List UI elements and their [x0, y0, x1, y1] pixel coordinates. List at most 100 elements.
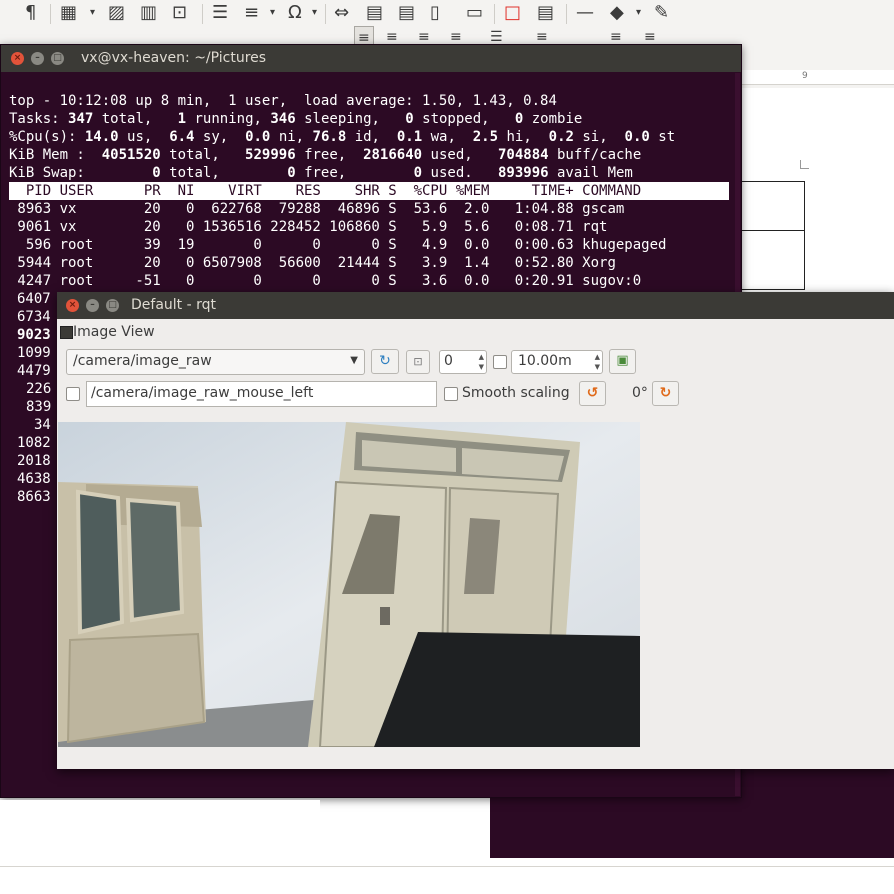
frame-spinbox[interactable]: 0 ▲ ▼ [439, 350, 487, 374]
zoom-one-button[interactable]: ⊡ [406, 350, 430, 374]
swap-avail: 893996 [497, 165, 549, 181]
swap-total: 0 [152, 165, 161, 181]
pid-cell: 4479 [17, 363, 51, 379]
swap-used-label: used. [430, 165, 473, 181]
plugin-icon [60, 326, 73, 339]
cpu-label: %Cpu(s): [9, 129, 77, 145]
chevron-down-icon[interactable]: ▾ [90, 2, 95, 24]
tasks-running-label: running, [194, 111, 262, 127]
rqt-title: Default - rqt [131, 297, 216, 313]
image-icon[interactable]: ▨ [108, 2, 125, 24]
duration-checkbox[interactable] [493, 355, 507, 369]
cpu-ni: 0.0 [245, 129, 271, 145]
chevron-down-icon: ▼ [350, 355, 358, 366]
pid-cell: 6407 [17, 291, 51, 307]
tasks-sleeping-label: sleeping, [304, 111, 380, 127]
page-break-icon[interactable]: ☰ [212, 2, 228, 24]
plugin-title: Image View [73, 324, 155, 340]
cpu-ni-label: ni, [278, 129, 305, 145]
tasks-total: 347 [68, 111, 94, 127]
pid-cell: 839 [26, 399, 52, 415]
textbox-icon[interactable]: ⊡ [172, 2, 187, 24]
table-row: 5944 root 20 0 6507908 56600 21444 S 3.9… [9, 255, 616, 271]
camera-image-view[interactable] [58, 422, 640, 747]
shapes-icon[interactable]: ◆ [610, 2, 624, 24]
footnote-icon[interactable]: ▤ [366, 2, 383, 24]
publish-mouse-checkbox[interactable] [66, 387, 80, 401]
tasks-zombie: 0 [514, 111, 524, 127]
tasks-stopped-label: stopped, [422, 111, 490, 127]
cpu-hi: 2.5 [472, 129, 499, 145]
smooth-scaling-label: Smooth scaling [462, 385, 570, 401]
cpu-st-label: st [658, 129, 676, 145]
comment-icon[interactable]: □ [504, 2, 521, 24]
mouse-topic-field[interactable]: /camera/image_raw_mouse_left [86, 381, 437, 407]
rqt-titlebar[interactable]: × – □ Default - rqt [57, 292, 894, 319]
tasks-sleeping: 346 [270, 111, 296, 127]
rqt-window[interactable]: × – □ Default - rqt Image View /camera/i… [57, 292, 894, 769]
rotation-label: 0° [632, 385, 648, 401]
chevron-down-icon[interactable]: ▾ [312, 2, 317, 24]
cpu-us-label: us, [127, 129, 153, 145]
mem-cache: 704884 [497, 147, 549, 163]
cpu-sy-label: sy, [202, 129, 229, 145]
chart-icon[interactable]: ▥ [140, 2, 157, 24]
minimize-icon[interactable]: – [86, 299, 99, 312]
swap-free: 0 [287, 165, 296, 181]
topic-value: /camera/image_raw [73, 353, 212, 369]
topic-combobox[interactable]: /camera/image_raw ▼ [66, 349, 365, 375]
save-image-button[interactable]: ▣ [609, 349, 636, 374]
chevron-down-icon[interactable]: ▾ [636, 2, 641, 24]
pid-cell: 1082 [17, 435, 51, 451]
line-icon[interactable]: — [576, 2, 594, 24]
refresh-icon: ↻ [379, 353, 391, 369]
rotate-left-button[interactable]: ↺ [579, 381, 606, 406]
mem-label: KiB Mem : [9, 147, 85, 163]
mem-free: 529996 [245, 147, 296, 163]
duration-spinbox[interactable]: 10.00m ▲ ▼ [511, 350, 603, 374]
close-icon[interactable]: × [11, 52, 24, 65]
special-character-icon[interactable]: Ω [288, 2, 302, 24]
swap-free-label: free, [304, 165, 347, 181]
close-icon[interactable]: × [66, 299, 79, 312]
table-icon[interactable]: ▦ [60, 2, 77, 24]
chevron-down-icon[interactable]: ▾ [270, 2, 275, 24]
spin-down-icon[interactable]: ▼ [479, 363, 484, 371]
camera-frame-image [58, 422, 640, 747]
page-corner-mark [800, 160, 809, 169]
pid-cell: 226 [26, 381, 52, 397]
mem-total: 4051520 [101, 147, 161, 163]
spin-down-icon[interactable]: ▼ [595, 363, 600, 371]
terminal-titlebar[interactable]: × – □ vx@vx-heaven: ~/Pictures [1, 45, 741, 72]
tasks-stopped: 0 [405, 111, 414, 127]
maximize-icon[interactable]: □ [106, 299, 119, 312]
cross-reference-icon[interactable]: ▭ [466, 2, 483, 24]
spin-up-icon[interactable]: ▲ [595, 353, 600, 361]
link-icon[interactable]: ⇔ [334, 2, 349, 24]
tasks-total-label: total, [101, 111, 153, 127]
cpu-st: 0.0 [624, 129, 650, 145]
maximize-icon[interactable]: □ [51, 52, 64, 65]
track-changes-icon[interactable]: ▤ [537, 2, 554, 24]
bookmark-icon[interactable]: ▯ [430, 2, 440, 24]
table-row: 4247 root -51 0 0 0 0 S 3.6 0.0 0:20.91 … [9, 273, 642, 289]
refresh-topics-button[interactable]: ↻ [371, 349, 399, 374]
pid-cell: 34 [34, 417, 51, 433]
rotate-right-button[interactable]: ↻ [652, 381, 679, 406]
endnote-icon[interactable]: ▤ [398, 2, 415, 24]
smooth-scaling-checkbox[interactable] [444, 387, 458, 401]
table-row: 8963 vx 20 0 622768 79288 46896 S 53.6 2… [9, 201, 625, 217]
field-icon[interactable]: ≡ [244, 2, 259, 24]
minimize-icon[interactable]: – [31, 52, 44, 65]
pid-cell: 1099 [17, 345, 51, 361]
mouse-topic-value: /camera/image_raw_mouse_left [91, 385, 314, 401]
mem-total-label: total, [169, 147, 220, 163]
writer-toolbar: ¶ ▦ ▾ ▨ ▥ ⊡ ☰ ≡ ▾ Ω ▾ ⇔ ▤ ▤ ▯ ▭ □ ▤ — ◆ … [0, 0, 894, 29]
paragraph-icon[interactable]: ¶ [25, 2, 36, 24]
spin-up-icon[interactable]: ▲ [479, 353, 484, 361]
draw-icon[interactable]: ✎ [654, 2, 669, 24]
mem-cache-label: buff/cache [557, 147, 642, 163]
rotate-left-icon: ↺ [586, 385, 599, 401]
mem-used-label: used, [430, 147, 473, 163]
frame-spin-value: 0 [444, 353, 453, 369]
